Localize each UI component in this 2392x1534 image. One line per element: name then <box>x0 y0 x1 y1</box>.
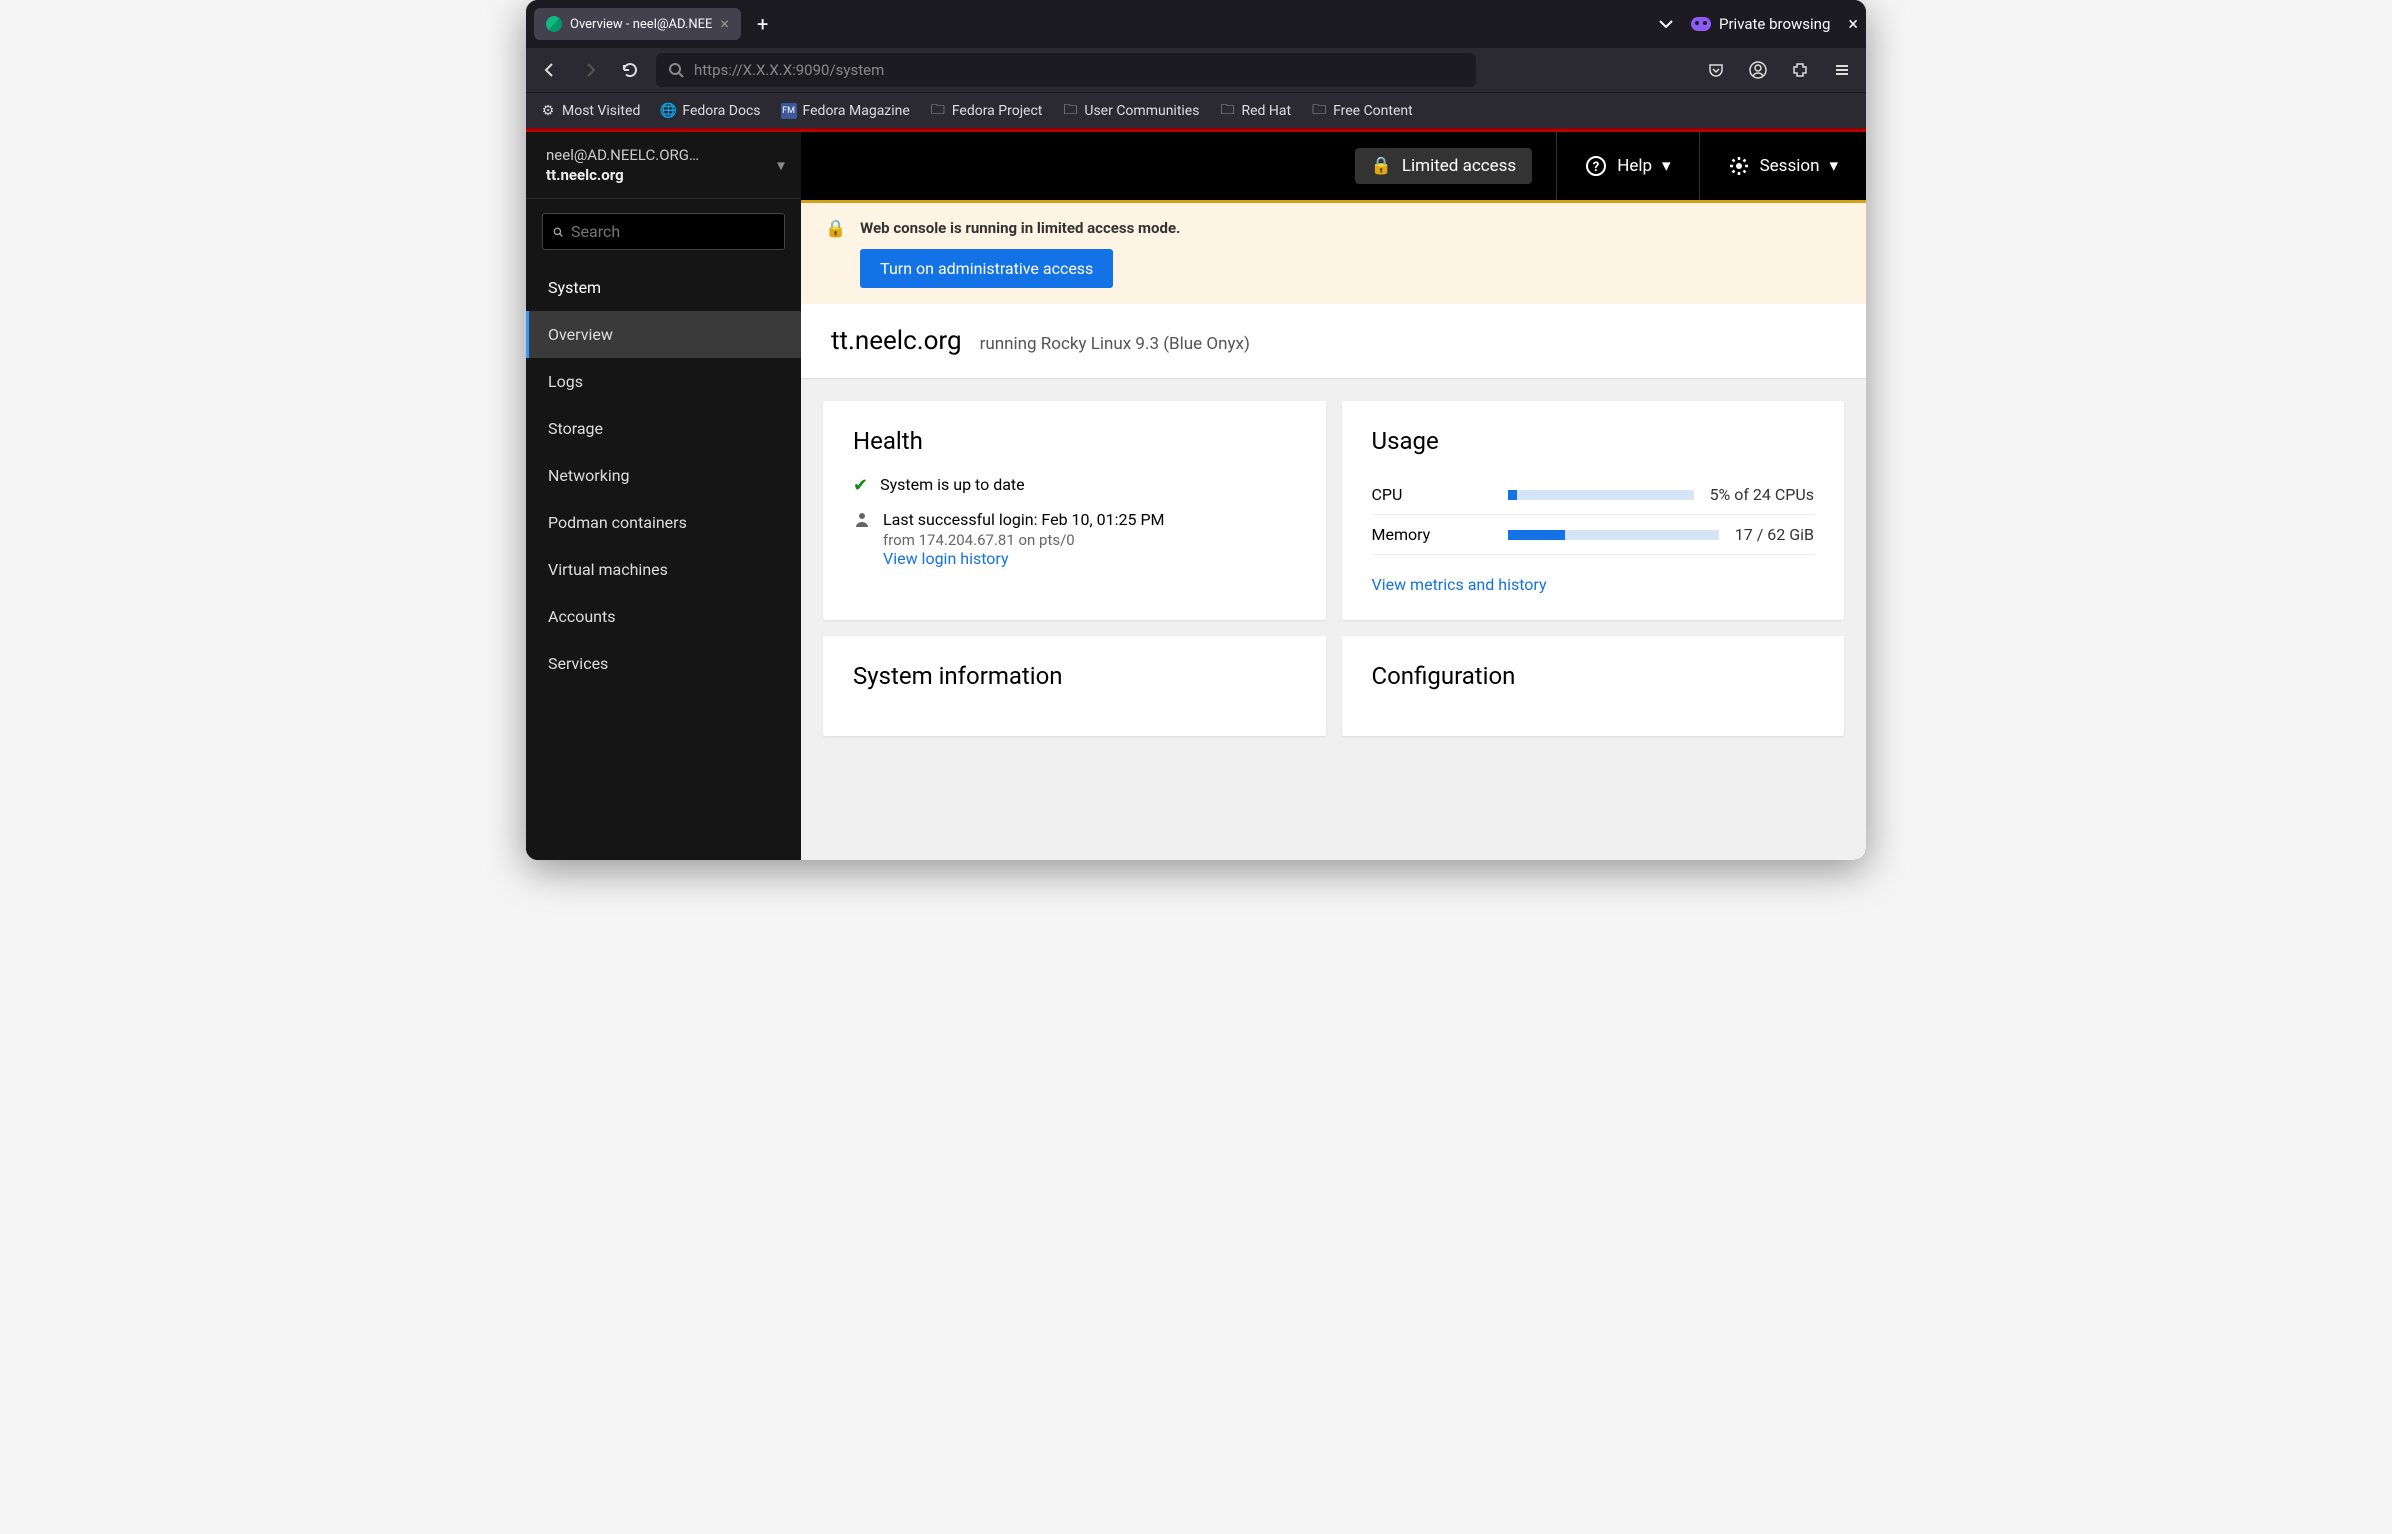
browser-tab-bar: Overview - neel@AD.NEE × + Private brows… <box>526 0 1866 48</box>
mask-icon <box>1691 17 1711 31</box>
login-history-link[interactable]: View login history <box>883 549 1009 568</box>
config-title: Configuration <box>1372 662 1815 690</box>
browser-nav-bar: https://X.X.X.X:9090/system <box>526 48 1866 92</box>
tab-favicon-icon <box>546 16 562 32</box>
url-bar[interactable]: https://X.X.X.X:9090/system <box>656 53 1476 87</box>
close-window-icon[interactable]: × <box>1848 14 1858 35</box>
folder-icon: 🗀 <box>1062 103 1078 119</box>
usage-title: Usage <box>1372 427 1815 455</box>
sidebar-item-vms[interactable]: Virtual machines <box>526 546 801 593</box>
usage-card: Usage CPU 5% of 24 CPUs Memory 17 / 62 G… <box>1342 401 1845 620</box>
memory-bar <box>1508 530 1719 540</box>
pocket-icon[interactable] <box>1702 56 1730 84</box>
metrics-link[interactable]: View metrics and history <box>1372 575 1547 594</box>
bookmark-red-hat[interactable]: 🗀Red Hat <box>1219 103 1291 119</box>
page-os: running Rocky Linux 9.3 (Blue Onyx) <box>980 334 1250 354</box>
last-login-from: from 174.204.67.81 on pts/0 <box>883 531 1165 549</box>
folder-icon: 🗀 <box>1219 103 1235 119</box>
sidebar-item-podman[interactable]: Podman containers <box>526 499 801 546</box>
session-button[interactable]: Session ▾ <box>1699 132 1866 200</box>
limited-access-alert: 🔒 Web console is running in limited acce… <box>801 203 1866 304</box>
lock-icon: 🔒 <box>825 219 846 239</box>
sidebar-section-system[interactable]: System <box>526 264 801 311</box>
search-icon <box>553 224 563 240</box>
bookmarks-bar: ⚙Most Visited 🌐Fedora Docs FMFedora Maga… <box>526 92 1866 128</box>
sidebar-item-accounts[interactable]: Accounts <box>526 593 801 640</box>
globe-icon: 🌐 <box>660 103 676 119</box>
health-card: Health ✔ System is up to date Last succe… <box>823 401 1326 620</box>
lock-icon: 🔒 <box>1371 156 1392 176</box>
main-content: 🔒 Limited access ? Help ▾ Session ▾ 🔒 <box>801 132 1866 860</box>
admin-access-button[interactable]: Turn on administrative access <box>860 249 1113 288</box>
back-button[interactable] <box>536 56 564 84</box>
sysinfo-card: System information <box>823 636 1326 736</box>
folder-icon: 🗀 <box>1311 103 1327 119</box>
folder-icon: 🗀 <box>930 103 946 119</box>
config-card: Configuration <box>1342 636 1845 736</box>
app-header: 🔒 Limited access ? Help ▾ Session ▾ <box>801 132 1866 200</box>
help-button[interactable]: ? Help ▾ <box>1556 132 1698 200</box>
check-icon: ✔ <box>853 475 868 496</box>
host-selector[interactable]: neel@AD.NEELC.ORG… tt.neelc.org ▾ <box>526 132 801 199</box>
bookmark-user-communities[interactable]: 🗀User Communities <box>1062 103 1199 119</box>
sidebar-item-networking[interactable]: Networking <box>526 452 801 499</box>
tab-title: Overview - neel@AD.NEE <box>570 17 712 32</box>
menu-icon[interactable] <box>1828 56 1856 84</box>
sidebar: neel@AD.NEELC.ORG… tt.neelc.org ▾ System… <box>526 132 801 860</box>
close-tab-icon[interactable]: × <box>720 16 729 32</box>
sidebar-item-services[interactable]: Services <box>526 640 801 687</box>
sidebar-item-overview[interactable]: Overview <box>526 311 801 358</box>
sidebar-item-storage[interactable]: Storage <box>526 405 801 452</box>
sysinfo-title: System information <box>853 662 1296 690</box>
svg-text:?: ? <box>1593 160 1599 175</box>
account-icon[interactable] <box>1744 56 1772 84</box>
health-title: Health <box>853 427 1296 455</box>
host-user: neel@AD.NEELC.ORG… <box>546 146 781 164</box>
bookmark-most-visited[interactable]: ⚙Most Visited <box>540 103 640 119</box>
limited-access-button[interactable]: 🔒 Limited access <box>1355 148 1533 184</box>
chevron-down-icon: ▾ <box>777 156 785 175</box>
health-status: System is up to date <box>880 475 1025 494</box>
sidebar-search[interactable] <box>542 213 785 250</box>
gear-icon: ⚙ <box>540 103 556 119</box>
sidebar-item-logs[interactable]: Logs <box>526 358 801 405</box>
page-title-bar: tt.neelc.org running Rocky Linux 9.3 (Bl… <box>801 304 1866 379</box>
fm-icon: FM <box>781 103 797 119</box>
cpu-bar <box>1508 490 1694 500</box>
extensions-icon[interactable] <box>1786 56 1814 84</box>
tab-list-icon[interactable] <box>1659 19 1673 29</box>
url-text: https://X.X.X.X:9090/system <box>694 61 884 79</box>
forward-button[interactable] <box>576 56 604 84</box>
search-icon <box>668 62 684 78</box>
bookmark-fedora-docs[interactable]: 🌐Fedora Docs <box>660 103 760 119</box>
alert-message: Web console is running in limited access… <box>860 219 1180 237</box>
new-tab-button[interactable]: + <box>749 8 776 40</box>
host-name: tt.neelc.org <box>546 166 781 184</box>
usage-row-memory: Memory 17 / 62 GiB <box>1372 515 1815 555</box>
private-browsing-label: Private browsing <box>1691 15 1830 33</box>
bookmark-fedora-magazine[interactable]: FMFedora Magazine <box>781 103 910 119</box>
user-icon <box>853 510 871 528</box>
usage-row-cpu: CPU 5% of 24 CPUs <box>1372 475 1815 515</box>
last-login: Last successful login: Feb 10, 01:25 PM <box>883 510 1165 529</box>
help-icon: ? <box>1585 155 1607 177</box>
caret-down-icon: ▾ <box>1829 156 1838 176</box>
search-input[interactable] <box>571 222 774 241</box>
caret-down-icon: ▾ <box>1662 156 1671 176</box>
reload-button[interactable] <box>616 56 644 84</box>
bookmark-fedora-project[interactable]: 🗀Fedora Project <box>930 103 1043 119</box>
gear-icon <box>1728 155 1750 177</box>
page-host: tt.neelc.org <box>831 326 962 356</box>
browser-tab[interactable]: Overview - neel@AD.NEE × <box>534 8 741 40</box>
bookmark-free-content[interactable]: 🗀Free Content <box>1311 103 1413 119</box>
